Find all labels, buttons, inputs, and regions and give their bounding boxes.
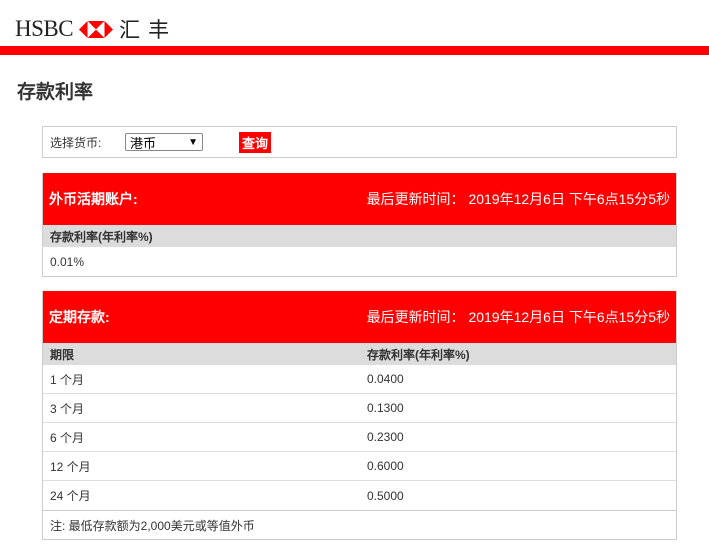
footnote: 注: 最低存款额为2,000美元或等值外币	[43, 510, 676, 539]
table-row: 1 个月 0.0400	[43, 365, 676, 394]
term-cell: 3 个月	[50, 401, 85, 416]
table-row: 3 个月 0.1300	[43, 394, 676, 423]
currency-label: 选择货币:	[50, 135, 102, 150]
hsbc-logo[interactable]: HSBC 汇丰	[15, 16, 178, 42]
term-cell: 12 个月	[50, 459, 91, 474]
currency-value: 港币	[130, 135, 157, 151]
term-column-header: 期限	[50, 347, 75, 362]
panel-title: 外币活期账户:	[49, 191, 138, 207]
rate-cell: 0.6000	[367, 459, 404, 473]
logo-text: HSBC	[15, 16, 74, 41]
logo-cn-text: 汇丰	[119, 18, 178, 42]
table-row: 0.01%	[43, 247, 676, 276]
last-updated: 最后更新时间： 2019年12月6日 下午6点15分5秒	[366, 190, 670, 207]
table-row: 24 个月 0.5000	[43, 481, 676, 510]
panel-header: 外币活期账户: 最后更新时间： 2019年12月6日 下午6点15分5秒	[43, 173, 676, 225]
currency-select[interactable]: 港币 ▼	[125, 133, 203, 151]
column-header: 期限 存款利率(年利率%)	[43, 343, 676, 365]
table-row: 12 个月 0.6000	[43, 452, 676, 481]
rate-column-header: 存款利率(年利率%)	[50, 229, 153, 244]
rate-cell: 0.5000	[367, 488, 404, 503]
rate-cell: 0.1300	[367, 401, 404, 415]
rate-cell: 0.2300	[367, 430, 404, 444]
term-cell: 1 个月	[50, 372, 85, 387]
fixed-deposit-panel: 定期存款: 最后更新时间： 2019年12月6日 下午6点15分5秒 期限 存款…	[42, 291, 677, 540]
currency-filter: 选择货币: 港币 ▼ 查询	[42, 126, 677, 158]
dropdown-arrow-icon: ▼	[188, 136, 198, 148]
rate-column-header: 存款利率(年利率%)	[367, 347, 470, 362]
page-title: 存款利率	[17, 81, 94, 103]
hsbc-hexagon-icon	[79, 20, 114, 38]
term-cell: 6 个月	[50, 430, 85, 445]
brand-bar	[0, 46, 709, 55]
query-button[interactable]: 查询	[239, 131, 272, 153]
rate-cell: 0.0400	[367, 372, 404, 386]
panel-header: 定期存款: 最后更新时间： 2019年12月6日 下午6点15分5秒	[43, 291, 676, 343]
rate-value: 0.01%	[50, 254, 85, 269]
column-header: 存款利率(年利率%)	[43, 225, 676, 247]
last-updated: 最后更新时间： 2019年12月6日 下午6点15分5秒	[366, 308, 670, 325]
panel-title: 定期存款:	[49, 309, 110, 325]
savings-panel: 外币活期账户: 最后更新时间： 2019年12月6日 下午6点15分5秒 存款利…	[42, 173, 677, 277]
table-row: 6 个月 0.2300	[43, 423, 676, 452]
term-cell: 24 个月	[50, 489, 91, 503]
